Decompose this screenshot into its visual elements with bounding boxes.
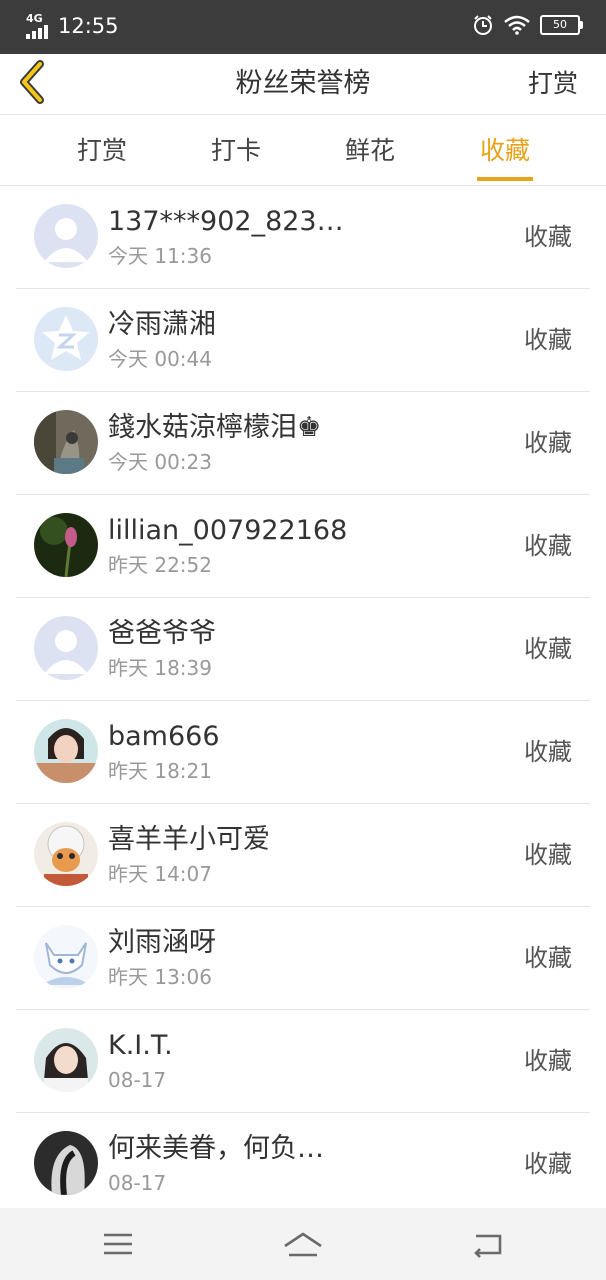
action-label: 收藏: [524, 635, 572, 663]
app-header: 粉丝荣誉榜 打赏: [0, 54, 606, 115]
user-name: K.I.T.: [108, 1030, 173, 1061]
user-name: 何来美眷，何负…: [108, 1133, 324, 1164]
avatar: [34, 616, 98, 680]
list-item[interactable]: bam666 昨天 18:21 收藏: [0, 701, 606, 804]
list-item[interactable]: lillian_007922168 昨天 22:52 收藏: [0, 495, 606, 598]
action-label: 收藏: [524, 738, 572, 766]
tab-favorites[interactable]: 收藏: [455, 133, 555, 169]
user-name: bam666: [108, 721, 220, 752]
status-left: 4G 12:55: [26, 12, 119, 40]
item-time: 昨天 14:07: [108, 862, 212, 886]
battery-level: 50: [553, 18, 567, 31]
list-item[interactable]: 何来美眷，何负… 08-17 收藏: [0, 1113, 606, 1216]
user-name: lillian_007922168: [108, 515, 348, 546]
signal-icon: 4G: [26, 13, 52, 39]
avatar: [34, 1028, 98, 1092]
item-time: 今天 00:23: [108, 450, 212, 474]
avatar: [34, 307, 98, 371]
status-time: 12:55: [58, 14, 119, 38]
item-time: 昨天 18:21: [108, 759, 212, 783]
item-time: 08-17: [108, 1171, 167, 1195]
status-bar: 4G 12:55 50: [0, 0, 606, 54]
list-item[interactable]: 冷雨潇湘 今天 00:44 收藏: [0, 289, 606, 392]
action-label: 收藏: [524, 223, 572, 251]
avatar: [34, 822, 98, 886]
action-label: 收藏: [524, 944, 572, 972]
user-name: 錢水菇涼檸檬泪♚: [108, 412, 322, 443]
item-time: 昨天 22:52: [108, 553, 212, 577]
system-nav-bar: [0, 1208, 606, 1280]
alarm-icon: [474, 15, 492, 35]
avatar: [34, 1131, 98, 1195]
list-item[interactable]: 刘雨涵呀 昨天 13:06 收藏: [0, 907, 606, 1010]
avatar: [34, 925, 98, 989]
page-title: 粉丝荣誉榜: [235, 68, 371, 99]
home-icon[interactable]: [281, 1222, 325, 1266]
list-item[interactable]: 錢水菇涼檸檬泪♚ 今天 00:23 收藏: [0, 392, 606, 495]
avatar: [34, 410, 98, 474]
list-item[interactable]: 喜羊羊小可爱 昨天 14:07 收藏: [0, 804, 606, 907]
battery-icon: 50: [540, 15, 583, 35]
user-name: 冷雨潇湘: [108, 309, 216, 340]
avatar: [34, 513, 98, 577]
user-name: 喜羊羊小可爱: [108, 824, 270, 855]
action-label: 收藏: [524, 429, 572, 457]
item-time: 08-17: [108, 1068, 167, 1092]
item-time: 昨天 18:39: [108, 656, 212, 680]
back-icon[interactable]: [466, 1222, 510, 1266]
item-time: 今天 00:44: [108, 347, 212, 371]
action-label: 收藏: [524, 532, 572, 560]
action-label: 收藏: [524, 326, 572, 354]
tab-reward[interactable]: 打赏: [52, 133, 152, 169]
fan-list: 137***902_823… 今天 11:36 收藏 冷雨潇湘 今天 00:44…: [0, 186, 606, 1216]
list-item[interactable]: K.I.T. 08-17 收藏: [0, 1010, 606, 1113]
reward-button[interactable]: 打赏: [528, 66, 578, 102]
status-right: 50: [472, 14, 583, 36]
menu-icon[interactable]: [96, 1222, 140, 1266]
user-name: 137***902_823…: [108, 206, 344, 237]
user-name: 爸爸爷爷: [108, 618, 216, 649]
network-type: 4G: [26, 12, 43, 25]
active-tab-indicator: [477, 177, 533, 181]
item-time: 今天 11:36: [108, 244, 212, 268]
action-label: 收藏: [524, 841, 572, 869]
user-name: 刘雨涵呀: [108, 927, 216, 958]
action-label: 收藏: [524, 1150, 572, 1178]
avatar: [34, 719, 98, 783]
tab-bar: 打赏 打卡 鲜花 收藏: [0, 115, 606, 186]
list-item[interactable]: 137***902_823… 今天 11:36 收藏: [0, 186, 606, 289]
item-time: 昨天 13:06: [108, 965, 212, 989]
wifi-icon: [504, 15, 530, 35]
tab-flowers[interactable]: 鲜花: [320, 133, 420, 169]
avatar: [34, 204, 98, 268]
action-label: 收藏: [524, 1047, 572, 1075]
list-item[interactable]: 爸爸爷爷 昨天 18:39 收藏: [0, 598, 606, 701]
tab-checkin[interactable]: 打卡: [186, 133, 286, 169]
